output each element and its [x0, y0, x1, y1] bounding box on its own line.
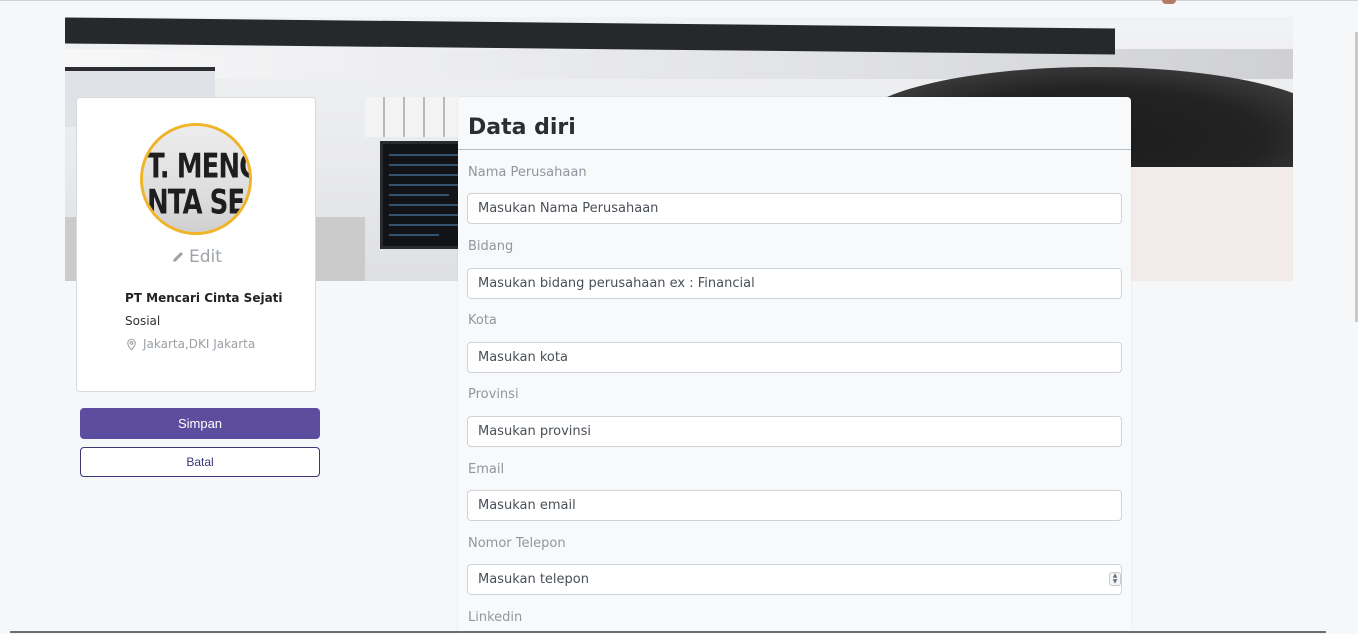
phone-field-wrapper: ▲▼ — [458, 564, 1131, 595]
edit-avatar-button[interactable]: Edit — [171, 246, 222, 268]
city-label: Kota — [468, 313, 497, 328]
location-label: Jakarta,DKI Jakarta — [143, 337, 256, 351]
company-name-input[interactable] — [467, 193, 1122, 224]
personal-data-form: Data diri Nama Perusahaan Bidang Kota Pr… — [458, 97, 1131, 634]
number-stepper-icon[interactable]: ▲ ▼ — [1109, 572, 1121, 586]
avatar-logo-text-1: T. MENG — [147, 147, 252, 187]
phone-input[interactable] — [467, 564, 1122, 595]
company-avatar: T. MENG NTA SE — [140, 123, 252, 235]
profile-card: T. MENG NTA SE Edit PT Mencari Cinta Sej… — [76, 97, 316, 392]
cancel-button[interactable]: Batal — [80, 447, 320, 477]
company-location: Jakarta,DKI Jakarta — [125, 337, 255, 351]
title-divider — [458, 149, 1131, 150]
company-name: PT Mencari Cinta Sejati — [125, 291, 283, 305]
edit-label: Edit — [189, 247, 222, 267]
company-name-label: Nama Perusahaan — [468, 165, 587, 180]
province-label: Provinsi — [468, 387, 519, 402]
email-input[interactable] — [467, 490, 1122, 521]
save-button[interactable]: Simpan — [80, 408, 320, 439]
sector-label: Bidang — [468, 239, 514, 254]
user-avatar-partial[interactable] — [1162, 0, 1176, 4]
province-input[interactable] — [467, 416, 1122, 447]
city-input[interactable] — [467, 342, 1122, 373]
top-bar — [0, 0, 1358, 1]
sector-input[interactable] — [467, 268, 1122, 299]
form-title: Data diri — [468, 115, 576, 140]
bottom-divider — [10, 631, 1326, 633]
email-label: Email — [468, 462, 505, 477]
linkedin-label: Linkedin — [468, 610, 523, 625]
avatar-logo-text-2: NTA SE — [147, 183, 245, 223]
pencil-icon — [173, 251, 184, 262]
map-pin-icon — [127, 338, 136, 351]
phone-label: Nomor Telepon — [468, 536, 566, 551]
company-sector: Sosial — [125, 314, 161, 328]
